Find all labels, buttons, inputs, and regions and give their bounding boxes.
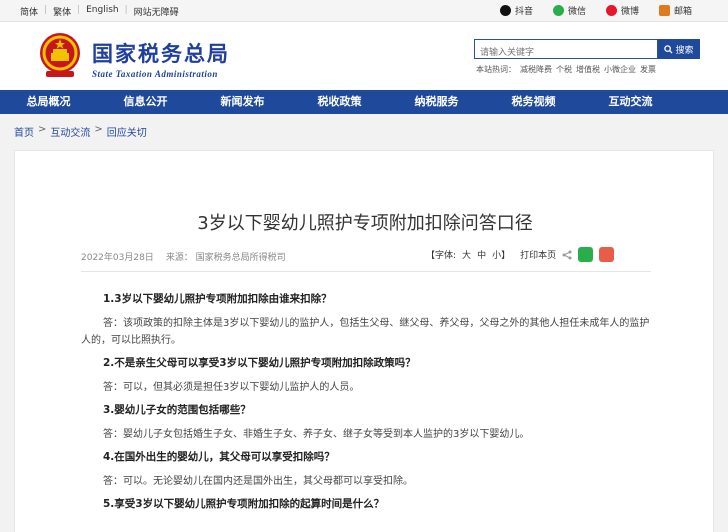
weibo-link[interactable]: 微博 [605,4,639,17]
site-logo-cn[interactable]: 国家税务总局 [92,38,230,68]
font-size-label: 【字体: [426,251,457,261]
mail-label: 邮箱 [673,7,692,17]
accessibility-link[interactable]: 网站无障碍 [128,5,185,18]
question: 5.享受3岁以下婴幼儿照护专项附加扣除的起算时间是什么？ [103,498,385,510]
weixin-link[interactable]: 微信 [552,4,586,17]
font-size-medium[interactable]: 中 [477,248,486,261]
hotword-link[interactable]: 发票 [640,64,656,75]
search-button[interactable]: 搜索 [658,39,700,59]
search-icon [664,44,674,54]
share-weibo-icon[interactable] [599,247,615,262]
hotwords: 本站热词： 减税降费 个税 增值税 小微企业 发票 [476,64,656,75]
nav-item-news[interactable]: 新闻发布 [194,90,291,114]
language-links: 简体 | 繁体 | English | 网站无障碍 [14,5,185,18]
main-nav: 总局概况 信息公开 新闻发布 税收政策 纳税服务 税务视频 互动交流 [0,90,728,114]
article-tools: 【字体: 大 中 小】 打印本页 [426,247,615,262]
breadcrumb-separator: > [38,124,47,135]
article-title: 3岁以下婴幼儿照护专项附加扣除问答口径 [197,213,533,234]
divider [81,271,651,272]
question: 2.不是亲生父母可以享受3岁以下婴幼儿照护专项附加扣除政策吗？ [103,357,416,369]
question: 1.3岁以下婴幼儿照护专项附加扣除由谁来扣除？ [103,293,332,305]
question: 4.在国外出生的婴幼儿，其父母可以享受扣除吗？ [103,451,335,463]
answer: 答：可以，但其必须是担任3岁以下婴幼儿监护人的人员。 [103,382,360,393]
answer: 答：可以。无论婴幼儿在国内还是国外出生，其父母都可以享受扣除。 [103,476,413,487]
breadcrumb-separator: > [94,124,103,135]
hotword-link[interactable]: 减税降费 [520,64,552,75]
breadcrumb-interaction[interactable]: 互动交流 [50,124,90,139]
site-header: 国家税务总局 State Taxation Administration 搜索 … [0,22,728,90]
lang-english-link[interactable]: English [80,5,125,18]
hotword-link[interactable]: 增值税 [576,64,600,75]
search-input[interactable] [475,44,657,62]
question: 3.婴幼儿子女的范围包括哪些？ [103,404,251,416]
weixin-icon [552,5,564,16]
douyin-link[interactable]: 抖音 [499,4,533,17]
article-date: 2022年03月28日 [81,253,154,263]
nav-item-tax-video[interactable]: 税务视频 [485,90,582,114]
answer: 答：该项政策的扣除主体是3岁以下婴幼儿的监护人，包括生父母、继父母、养父母，父母… [81,318,650,346]
answer: 答：婴幼儿子女包括婚生子女、非婚生子女、养子女、继子女等受到本人监护的3岁以下婴… [103,429,530,440]
qa-list: 1.3岁以下婴幼儿照护专项附加扣除由谁来扣除？ 答：该项政策的扣除主体是3岁以下… [81,291,651,520]
weibo-icon [605,5,617,16]
lang-traditional-link[interactable]: 繁体 [47,5,77,18]
lang-simplified-link[interactable]: 简体 [14,5,44,18]
breadcrumb-home[interactable]: 首页 [14,124,34,139]
article-source: 来源： 国家税务总局所得税司 [165,253,286,263]
mail-icon [658,5,670,16]
nav-item-overview[interactable]: 总局概况 [0,90,97,114]
search-button-label: 搜索 [675,45,694,56]
social-links: 抖音 微信 微博 邮箱 [499,4,692,17]
hotword-link[interactable]: 小微企业 [604,64,636,75]
mail-link[interactable]: 邮箱 [658,4,692,17]
hotword-link[interactable]: 个税 [556,64,572,75]
nav-item-taxpayer-service[interactable]: 纳税服务 [388,90,485,114]
font-size-small[interactable]: 小】 [492,248,510,261]
font-size-large[interactable]: 大 [462,248,471,261]
breadcrumb: 首页 > 互动交流 > 回应关切 [14,124,147,139]
article-card: 3岁以下婴幼儿照护专项附加扣除问答口径 2022年03月28日 来源： 国家税务… [14,150,714,532]
share-weixin-icon[interactable] [578,247,594,262]
share-icon[interactable] [562,250,572,260]
nav-item-interaction[interactable]: 互动交流 [582,90,679,114]
weixin-label: 微信 [567,7,586,17]
national-emblem-icon[interactable] [38,31,82,79]
nav-item-tax-policy[interactable]: 税收政策 [291,90,388,114]
print-link[interactable]: 打印本页 [520,248,556,261]
douyin-label: 抖音 [514,7,533,17]
search-box [474,39,658,62]
nav-item-info-disclosure[interactable]: 信息公开 [97,90,194,114]
hotwords-label: 本站热词： [476,65,516,74]
weibo-label: 微博 [620,7,639,17]
douyin-icon [499,5,511,16]
breadcrumb-response[interactable]: 回应关切 [107,124,147,139]
site-logo-en: State Taxation Administration [92,69,218,79]
article-meta: 2022年03月28日 来源： 国家税务总局所得税司 [81,250,286,263]
top-utility-bar: 简体 | 繁体 | English | 网站无障碍 抖音 微信 微博 邮箱 [0,0,728,22]
